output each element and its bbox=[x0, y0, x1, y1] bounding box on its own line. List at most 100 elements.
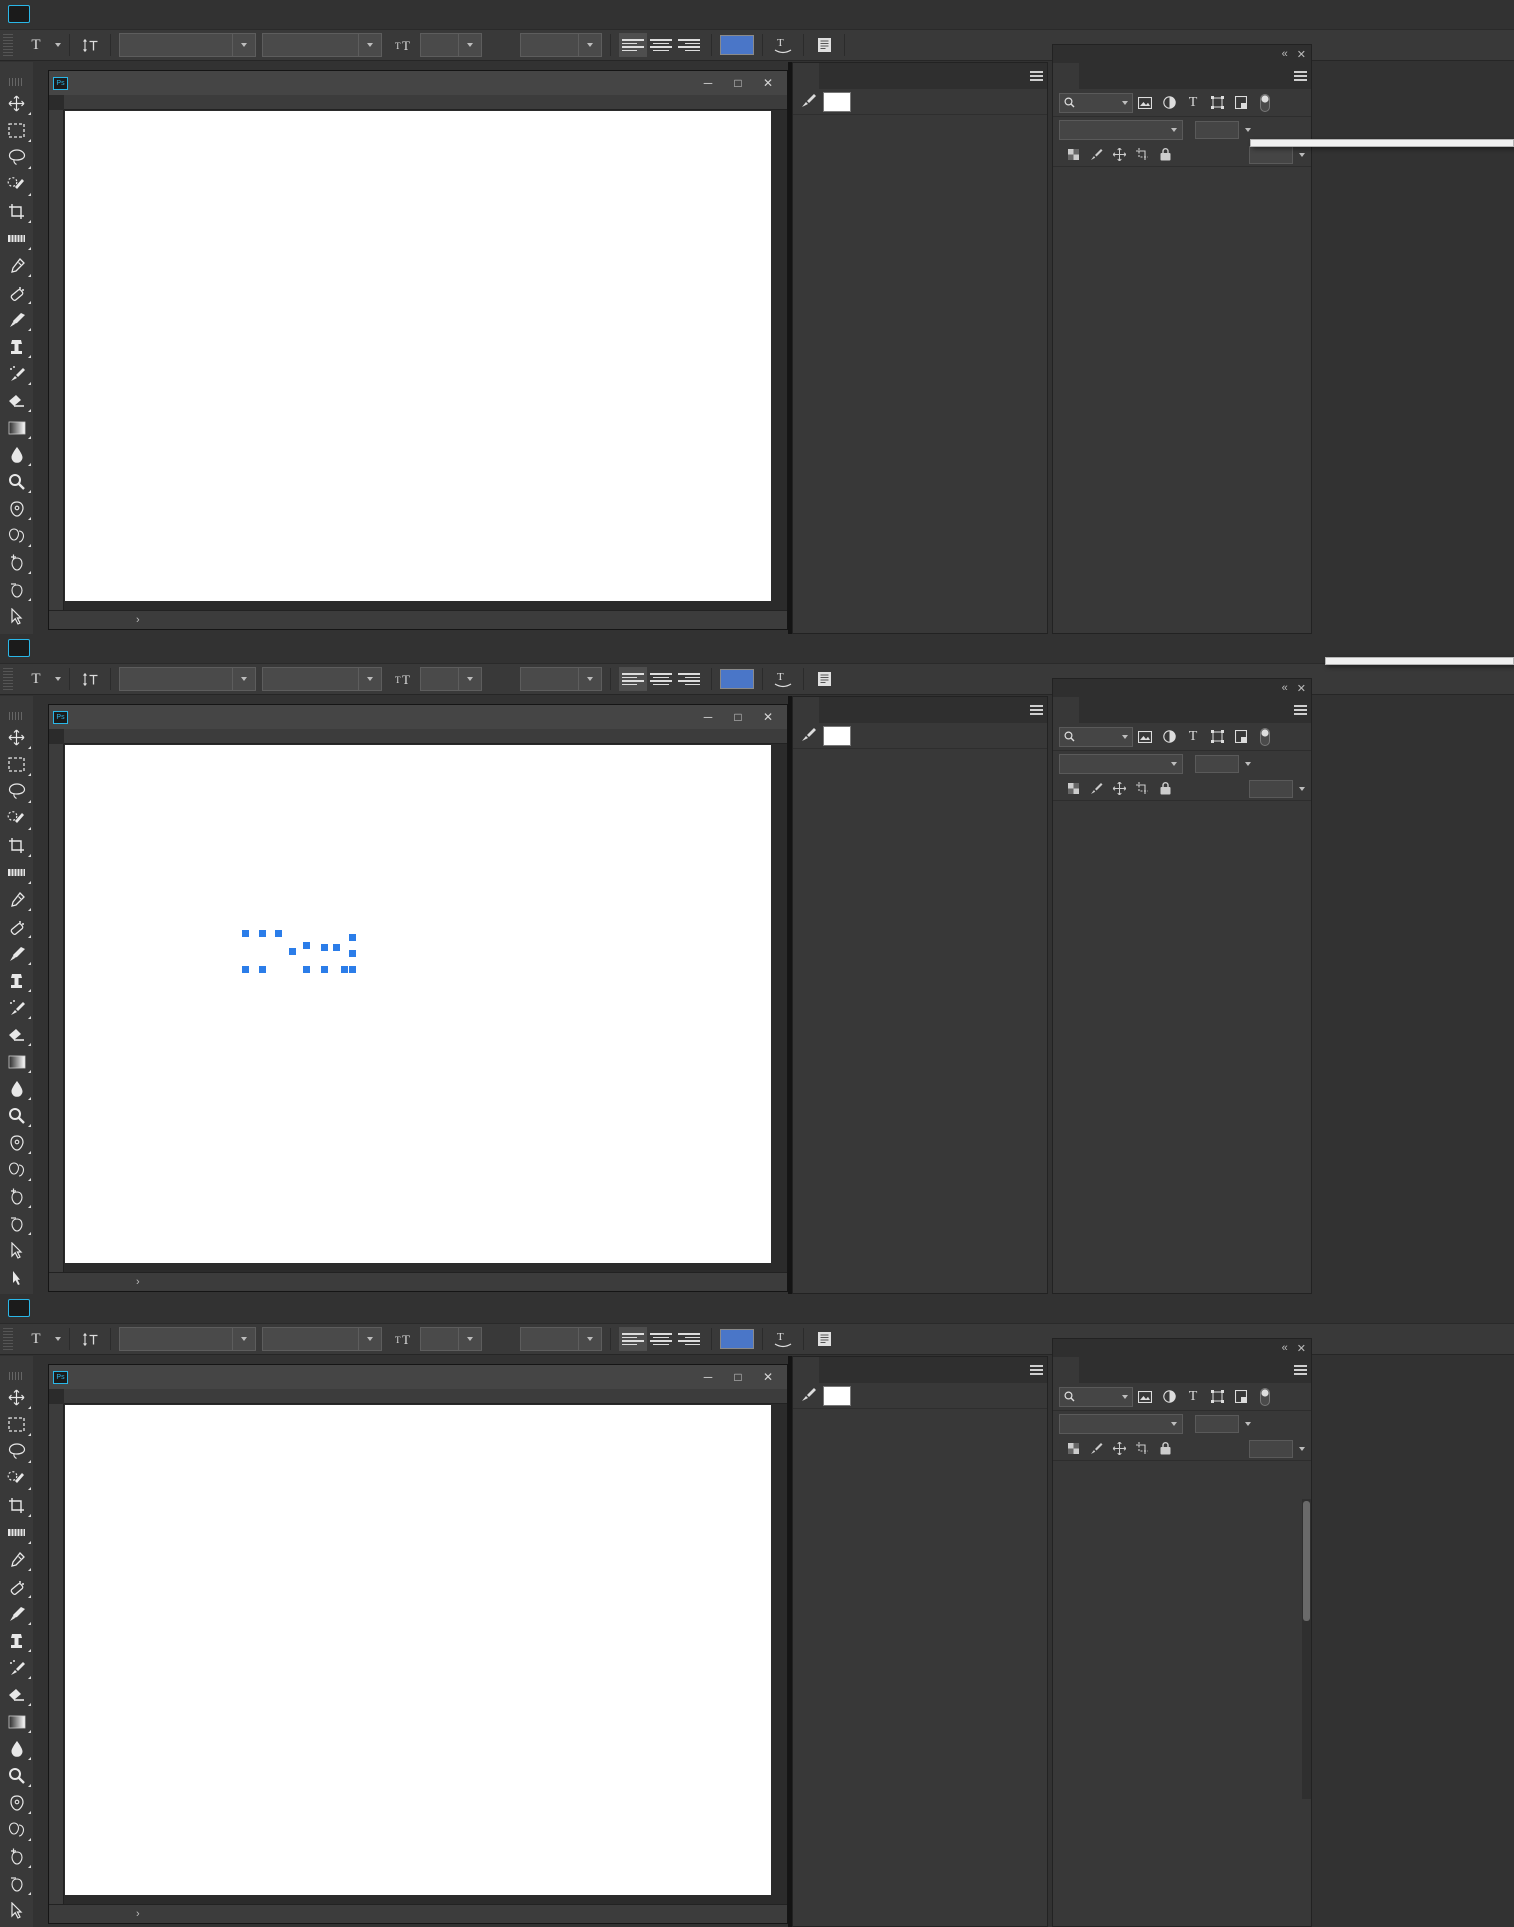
chevron-down-icon[interactable] bbox=[1299, 786, 1305, 791]
quick-selection-tool[interactable] bbox=[0, 171, 33, 198]
layers-menu-icon[interactable] bbox=[1289, 697, 1311, 723]
blur-tool[interactable] bbox=[0, 1735, 33, 1762]
filter-shape-icon[interactable] bbox=[1205, 1386, 1229, 1408]
lock-transparency-icon[interactable] bbox=[1065, 1438, 1082, 1460]
chevron-down-icon[interactable] bbox=[1245, 762, 1251, 766]
layers-menu-icon[interactable] bbox=[1289, 63, 1311, 89]
text-color-swatch[interactable] bbox=[720, 669, 754, 689]
toggle-panels-icon[interactable] bbox=[812, 667, 836, 691]
chevron-down-icon[interactable] bbox=[1245, 128, 1251, 132]
options-bar-grip[interactable] bbox=[3, 34, 13, 56]
clone-stamp-tool[interactable] bbox=[0, 1627, 33, 1654]
opacity-value[interactable] bbox=[1195, 121, 1239, 139]
text-color-swatch[interactable] bbox=[720, 35, 754, 55]
blur-tool[interactable] bbox=[0, 1075, 33, 1102]
rectangular-marquee-tool[interactable] bbox=[0, 117, 33, 144]
tools-grip[interactable] bbox=[9, 1372, 24, 1380]
spot-healing-brush-tool[interactable] bbox=[0, 913, 33, 940]
options-bar-grip[interactable] bbox=[3, 1328, 13, 1350]
frame-tool[interactable] bbox=[0, 225, 33, 252]
fill-value[interactable] bbox=[1249, 1439, 1293, 1458]
filter-adjustment-icon[interactable] bbox=[1157, 726, 1181, 748]
lock-image-icon[interactable] bbox=[1088, 144, 1105, 166]
pen-tool[interactable] bbox=[0, 495, 33, 522]
layer-context-menu-fragment[interactable] bbox=[1325, 657, 1514, 665]
move-tool[interactable] bbox=[0, 90, 33, 117]
history-brush-tool[interactable] bbox=[0, 994, 33, 1021]
collapse-dock-icon[interactable]: « bbox=[1282, 682, 1288, 694]
align-right-button[interactable] bbox=[675, 33, 703, 57]
font-style-select[interactable] bbox=[262, 1327, 382, 1351]
move-tool[interactable] bbox=[0, 724, 33, 751]
delete-anchor-point-tool[interactable] bbox=[0, 576, 33, 603]
lock-artboard-icon[interactable] bbox=[1134, 1438, 1151, 1460]
toggle-panels-icon[interactable] bbox=[812, 1327, 836, 1351]
text-orientation-icon[interactable] bbox=[78, 667, 102, 691]
filter-toggle-switch[interactable] bbox=[1253, 726, 1277, 748]
chevron-down-icon[interactable] bbox=[1299, 152, 1305, 157]
pen-tool[interactable] bbox=[0, 1129, 33, 1156]
clone-stamp-tool[interactable] bbox=[0, 333, 33, 360]
pen-tool[interactable] bbox=[0, 1789, 33, 1816]
eyedropper-tool[interactable] bbox=[0, 886, 33, 913]
tab-history[interactable] bbox=[793, 63, 819, 89]
text-orientation-icon[interactable] bbox=[78, 33, 102, 57]
lock-transparency-icon[interactable] bbox=[1065, 144, 1082, 166]
add-anchor-point-tool[interactable] bbox=[0, 1183, 33, 1210]
minimize-button[interactable]: ─ bbox=[693, 705, 723, 729]
align-center-button[interactable] bbox=[647, 33, 675, 57]
filter-adjustment-icon[interactable] bbox=[1157, 1386, 1181, 1408]
status-expand-icon[interactable]: › bbox=[130, 1908, 140, 1920]
lock-all-icon[interactable] bbox=[1157, 778, 1174, 800]
lock-all-icon[interactable] bbox=[1157, 1438, 1174, 1460]
align-left-button[interactable] bbox=[619, 1327, 647, 1351]
lasso-tool[interactable] bbox=[0, 144, 33, 171]
eyedropper-tool[interactable] bbox=[0, 1546, 33, 1573]
gradient-tool[interactable] bbox=[0, 1048, 33, 1075]
filter-shape-icon[interactable] bbox=[1205, 92, 1229, 114]
lock-image-icon[interactable] bbox=[1088, 1438, 1105, 1460]
type-tool-icon[interactable]: T bbox=[19, 1327, 53, 1351]
status-expand-icon[interactable]: › bbox=[130, 1276, 140, 1288]
lock-position-icon[interactable] bbox=[1111, 778, 1128, 800]
blend-mode-select[interactable] bbox=[1059, 1414, 1183, 1434]
tab-history[interactable] bbox=[793, 697, 819, 723]
anti-alias-select[interactable] bbox=[520, 1327, 602, 1351]
layer-context-menu[interactable] bbox=[1250, 139, 1514, 147]
filter-smart-object-icon[interactable] bbox=[1229, 1386, 1253, 1408]
delete-anchor-point-tool[interactable] bbox=[0, 1870, 33, 1897]
font-family-select[interactable] bbox=[119, 1327, 256, 1351]
dodge-tool[interactable] bbox=[0, 468, 33, 495]
align-left-button[interactable] bbox=[619, 667, 647, 691]
history-brush-source-icon[interactable] bbox=[798, 727, 817, 745]
fill-value[interactable] bbox=[1249, 779, 1293, 798]
blur-tool[interactable] bbox=[0, 441, 33, 468]
fill-value[interactable] bbox=[1249, 145, 1293, 164]
layers-scrollbar[interactable] bbox=[1302, 1499, 1311, 1799]
align-center-button[interactable] bbox=[647, 1327, 675, 1351]
filter-toggle-switch[interactable] bbox=[1253, 92, 1277, 114]
align-left-button[interactable] bbox=[619, 33, 647, 57]
add-anchor-point-tool[interactable] bbox=[0, 1843, 33, 1870]
path-selection-tool[interactable] bbox=[0, 1237, 33, 1264]
canvas[interactable] bbox=[65, 111, 771, 601]
frame-tool[interactable] bbox=[0, 1519, 33, 1546]
crop-tool[interactable] bbox=[0, 198, 33, 225]
tab-history[interactable] bbox=[793, 1357, 819, 1383]
spot-healing-brush-tool[interactable] bbox=[0, 279, 33, 306]
history-snapshot-row[interactable] bbox=[793, 723, 1047, 749]
close-dock-icon[interactable]: ✕ bbox=[1297, 1342, 1306, 1355]
lock-position-icon[interactable] bbox=[1111, 144, 1128, 166]
minimize-button[interactable]: ─ bbox=[693, 71, 723, 95]
eraser-tool[interactable] bbox=[0, 387, 33, 414]
opacity-value[interactable] bbox=[1195, 755, 1239, 773]
align-right-button[interactable] bbox=[675, 1327, 703, 1351]
warp-text-icon[interactable]: T bbox=[771, 667, 795, 691]
close-button[interactable]: ✕ bbox=[753, 71, 783, 95]
anti-alias-select[interactable] bbox=[520, 33, 602, 57]
gradient-tool[interactable] bbox=[0, 414, 33, 441]
lock-artboard-icon[interactable] bbox=[1134, 778, 1151, 800]
lasso-tool[interactable] bbox=[0, 1438, 33, 1465]
path-selection-tool[interactable] bbox=[0, 603, 33, 630]
font-size-select[interactable] bbox=[420, 33, 482, 57]
